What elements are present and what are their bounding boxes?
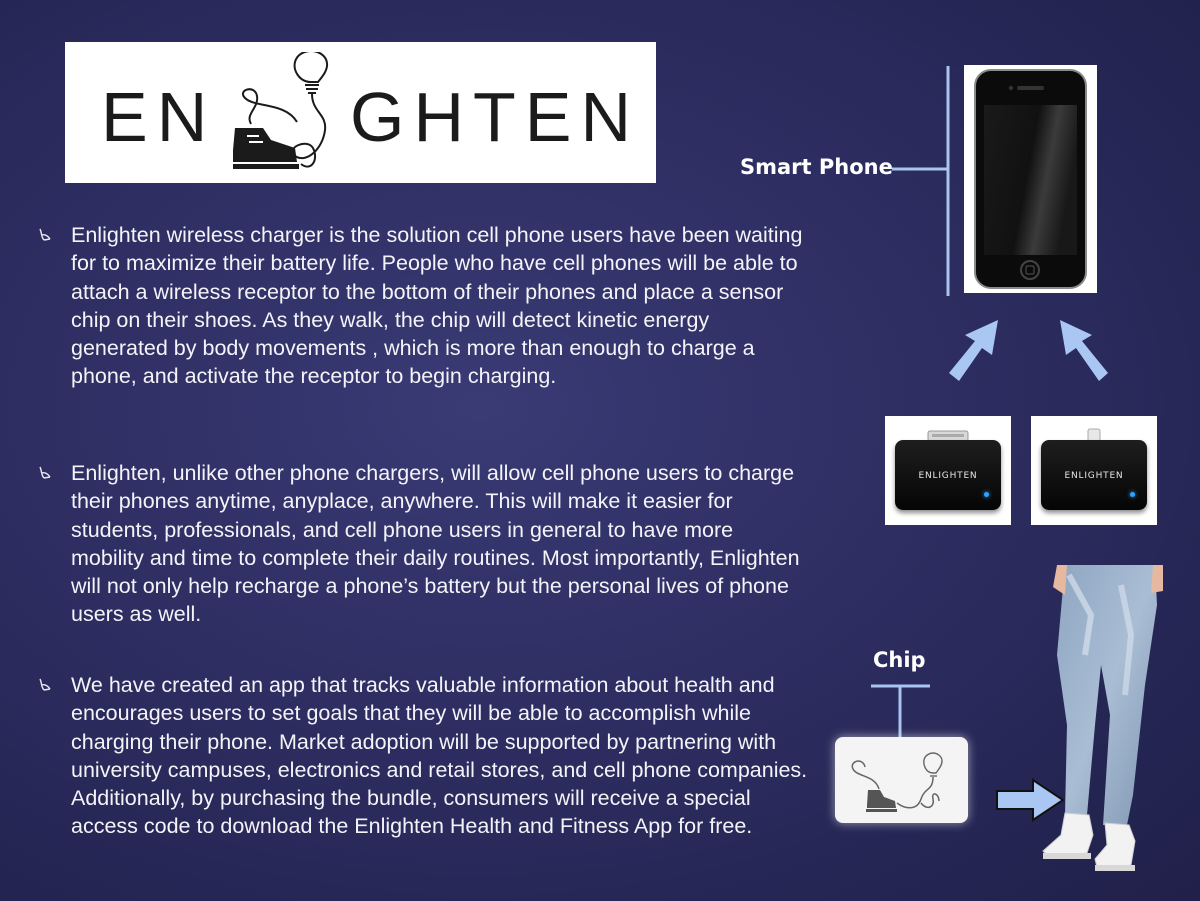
chip-label: Chip [873,648,926,672]
chip-connector-line [871,684,930,738]
charger-label: ENLIGHTEN [1064,471,1124,481]
smart-phone-connector-line [892,66,950,296]
bullet-glyph-icon [38,465,52,481]
enlighten-logo: EN GHTEN [65,42,656,183]
led-icon [1130,492,1135,497]
logo-text-right: GHTEN [350,78,640,156]
charger-body: ENLIGHTEN [1041,440,1147,510]
smart-phone-image [964,65,1097,293]
bullet-glyph-icon [38,677,52,693]
charger-body: ENLIGHTEN [895,440,1001,510]
chip-image [835,737,968,823]
bullet-glyph-icon [38,227,52,243]
chip-logo-icon [851,752,943,812]
logo-text-left: EN [101,78,217,156]
shoe-lightbulb-logo-icon [233,52,329,169]
charger-image: ENLIGHTEN [1031,416,1157,525]
smartphone-icon [974,69,1087,289]
charger-label: ENLIGHTEN [918,471,978,481]
charger-image: ENLIGHTEN [885,416,1011,525]
person-jeans-image [1042,565,1163,871]
bullet-text: Enlighten, unlike other phone chargers, … [71,461,800,627]
led-icon [984,492,989,497]
bullet-text: Enlighten wireless charger is the soluti… [71,223,803,389]
bullet-text: We have created an app that tracks valua… [71,673,808,839]
arrows-up-icon [949,320,1108,381]
smart-phone-label: Smart Phone [740,155,893,179]
